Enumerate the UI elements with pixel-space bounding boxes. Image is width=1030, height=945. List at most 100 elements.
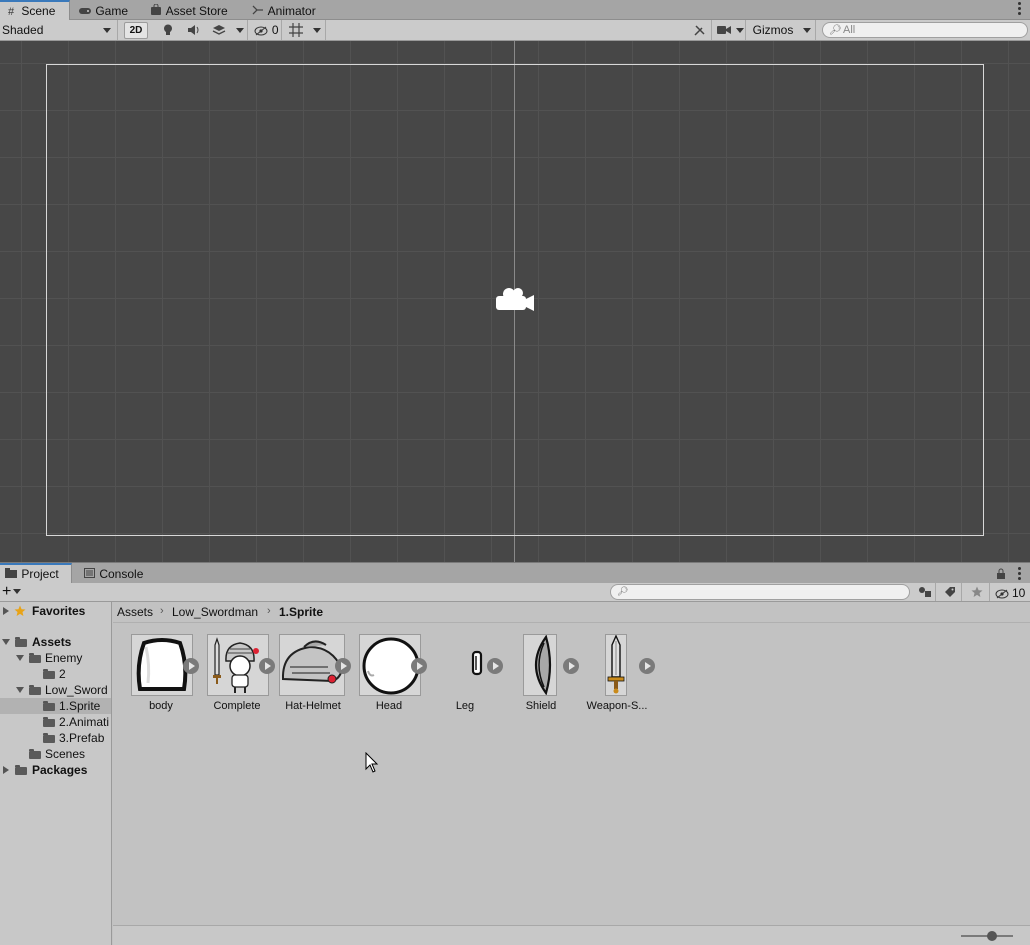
sword-sprite-icon (605, 634, 627, 696)
shield-sprite-icon (523, 634, 557, 696)
folder-icon (15, 765, 27, 775)
gizmos-dropdown[interactable] (798, 20, 816, 40)
effects-toggle[interactable] (208, 20, 230, 40)
tree-label-animation: 2.Animati (59, 715, 110, 729)
icon-size-slider-handle[interactable] (987, 931, 997, 941)
play-icon[interactable] (639, 658, 655, 674)
more-options-icon[interactable] (1018, 567, 1022, 581)
audio-toggle[interactable] (184, 20, 204, 40)
chevron-right-icon: › (160, 605, 164, 617)
grid-dropdown[interactable] (308, 20, 326, 40)
draw-mode-label: Shaded (2, 23, 44, 37)
eye-slash-icon (254, 26, 268, 36)
tree-item-favorites[interactable]: Favorites (0, 603, 111, 619)
mouse-cursor-icon (365, 752, 379, 773)
tree-item-low-sword[interactable]: Low_Sword (0, 682, 111, 698)
tree-item-assets[interactable]: Assets (0, 634, 111, 650)
camera-gizmo-icon[interactable] (494, 285, 536, 315)
asset-leg[interactable]: Leg (419, 634, 503, 720)
chevron-down-icon[interactable] (16, 655, 24, 661)
folder-icon (29, 685, 41, 695)
grid-icon (289, 23, 303, 37)
tree-label-favorites: Favorites (32, 604, 86, 618)
tab-game[interactable]: Game (78, 0, 142, 20)
folder-icon (43, 717, 55, 727)
tab-asset-store-label: Asset Store (165, 4, 228, 18)
search-by-type-button[interactable] (914, 583, 936, 601)
chevron-down-icon (13, 589, 22, 595)
scene-viewport[interactable] (0, 41, 1030, 562)
chevron-right-icon[interactable] (3, 766, 9, 774)
grid-snap-toggle[interactable] (284, 20, 308, 40)
speaker-icon (188, 25, 199, 35)
star-icon (14, 605, 26, 616)
tree-item-packages[interactable]: Packages (0, 762, 111, 778)
asset-hat-helmet[interactable]: Hat-Helmet (267, 634, 351, 720)
toggle-2d-button[interactable]: 2D (124, 22, 148, 39)
asset-complete[interactable]: Complete (191, 634, 275, 720)
star-icon (971, 586, 982, 597)
tab-console-label: Console (99, 567, 144, 581)
chevron-down-icon (235, 28, 244, 34)
gizmos-label: Gizmos (752, 23, 794, 37)
chevron-right-icon: › (267, 605, 271, 617)
shapes-icon (918, 587, 931, 597)
lighting-toggle[interactable] (158, 20, 178, 40)
asset-weapon-sword[interactable]: Weapon-S... (571, 634, 655, 720)
chevron-down-icon[interactable] (2, 639, 10, 645)
breadcrumb-assets[interactable]: Assets (117, 605, 153, 619)
gizmos-button[interactable]: Gizmos (748, 20, 798, 40)
tree-item-prefab[interactable]: 3.Prefab (0, 730, 111, 746)
project-toolbar: + 🔎︎ 10 (0, 583, 1030, 602)
chevron-down-icon (735, 28, 744, 34)
more-options-icon[interactable] (1018, 2, 1022, 16)
effects-dropdown[interactable] (232, 20, 248, 40)
tools-toggle[interactable] (688, 20, 712, 40)
tab-scene[interactable]: # Scene (0, 0, 70, 20)
folder-icon (29, 653, 41, 663)
hidden-objects-toggle[interactable]: 0 (252, 20, 282, 40)
draw-mode-dropdown[interactable]: Shaded (0, 20, 118, 40)
wrench-icon (693, 25, 705, 36)
create-button[interactable]: + (2, 583, 30, 601)
camera-dropdown[interactable] (734, 20, 746, 40)
layers-icon (212, 25, 226, 35)
scene-toolbar: Shaded 2D 0 Gizmos 🔎︎ All (0, 20, 1030, 41)
chevron-down-icon (312, 28, 321, 34)
tree-label-low-sword: Low_Sword (45, 683, 108, 697)
chevron-down-icon[interactable] (16, 687, 24, 693)
tab-project[interactable]: Project (0, 563, 72, 583)
asset-browser-footer (113, 925, 1030, 945)
chevron-right-icon[interactable] (3, 607, 9, 615)
asset-body[interactable]: body (115, 634, 199, 720)
tab-console[interactable]: Console (82, 563, 152, 583)
breadcrumb-sprite[interactable]: 1.Sprite (279, 605, 323, 619)
eye-slash-icon (995, 589, 1009, 599)
asset-browser: Assets › Low_Swordman › 1.Sprite body Co… (113, 602, 1030, 925)
tag-icon (944, 587, 955, 597)
folder-icon (29, 749, 41, 759)
search-by-label-button[interactable] (938, 583, 962, 601)
tree-item-enemy-2[interactable]: 2 (0, 666, 111, 682)
tree-label-sprite: 1.Sprite (59, 699, 101, 713)
chevron-down-icon (802, 28, 811, 34)
tree-item-sprite[interactable]: 1.Sprite (0, 698, 111, 714)
video-camera-icon (717, 26, 731, 34)
favorites-button[interactable] (964, 583, 990, 601)
project-search-input[interactable]: 🔎︎ (610, 584, 910, 600)
asset-shield[interactable]: Shield (495, 634, 579, 720)
lock-icon[interactable] (996, 568, 1006, 579)
folder-tree: Favorites Assets Enemy 2 Low_Sword 1.Spr… (0, 602, 112, 945)
tree-item-enemy[interactable]: Enemy (0, 650, 111, 666)
tree-item-animation[interactable]: 2.Animati (0, 714, 111, 730)
hidden-packages-toggle[interactable]: 10 (992, 583, 1028, 601)
tab-asset-store[interactable]: Asset Store (149, 0, 241, 20)
camera-settings-button[interactable] (714, 20, 734, 40)
asset-head[interactable]: Head (343, 634, 427, 720)
tree-item-scenes[interactable]: Scenes (0, 746, 111, 762)
tab-project-label: Project (21, 567, 59, 581)
breadcrumb-low-swordman[interactable]: Low_Swordman (172, 605, 258, 619)
scene-search-input[interactable]: 🔎︎ All (822, 22, 1028, 38)
tab-animator[interactable]: Animator (251, 0, 331, 20)
tab-game-label: Game (95, 4, 129, 18)
